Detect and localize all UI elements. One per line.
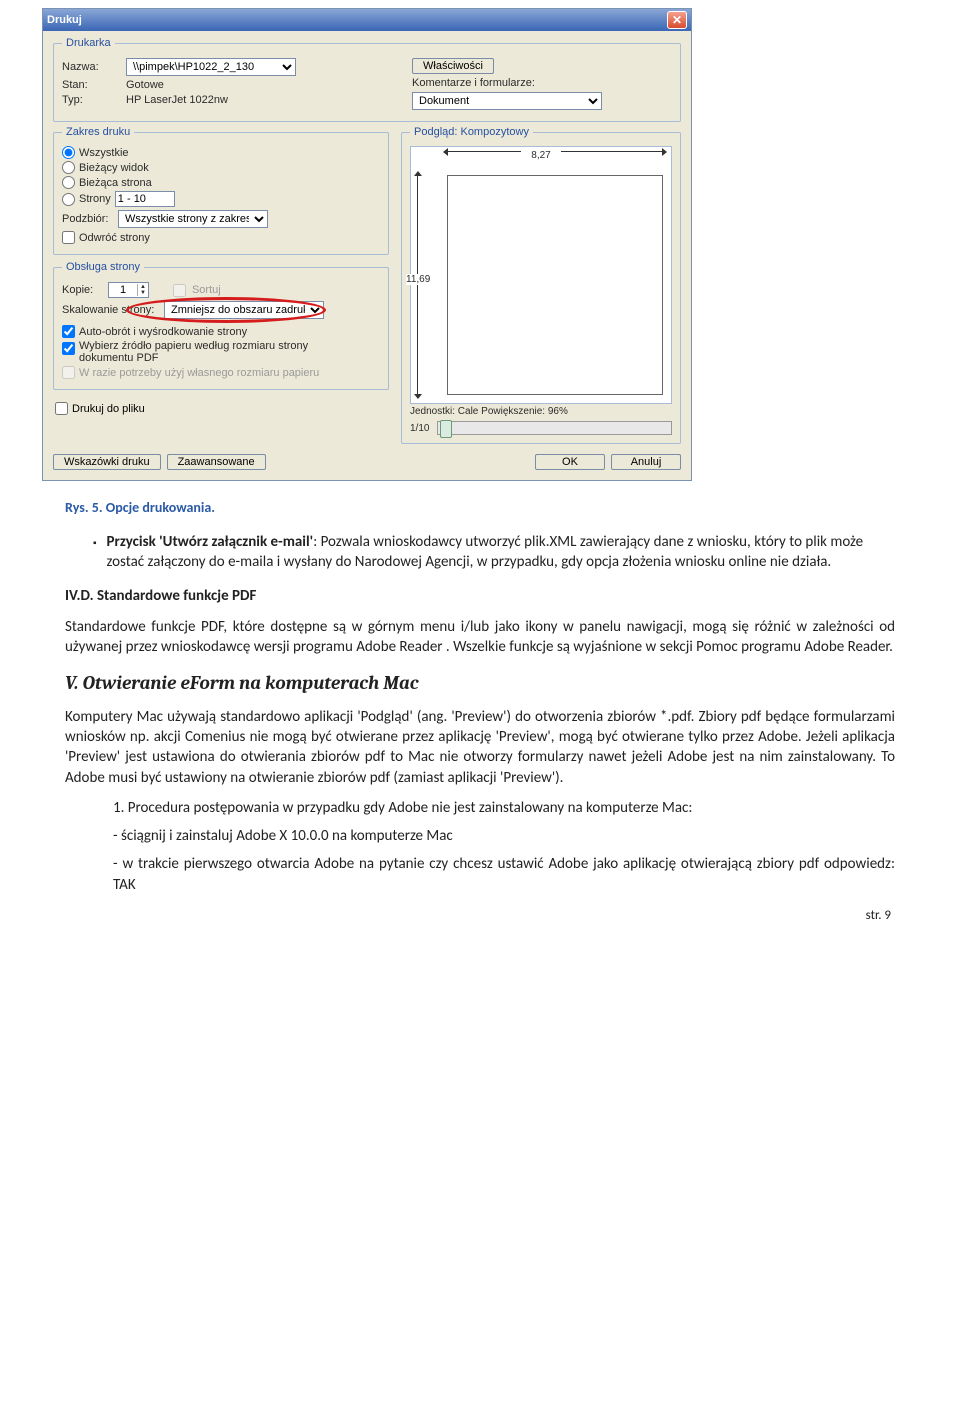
copies-input[interactable] [109,283,137,297]
document-body: Rys. 5. Opcje drukowania. ▪ Przycisk 'Ut… [65,499,895,924]
slider-thumb[interactable] [440,420,452,438]
properties-button[interactable]: Właściwości [412,58,494,74]
page-number: str. 9 [65,907,895,925]
papersource-label: Wybierz źródło papieru według rozmiaru s… [79,340,339,364]
printtofile-check[interactable] [55,402,68,415]
reverse-label: Odwróć strony [79,232,150,244]
printtofile-label: Drukuj do pliku [72,403,145,415]
step1b: - w trakcie pierwszego otwarcia Adobe na… [113,854,895,895]
range-fieldset: Zakres druku Wszystkie Bieżący widok Bie… [53,126,389,255]
step1a: - ściągnij i zainstaluj Adobe X 10.0.0 n… [113,826,895,846]
comments-select[interactable]: Dokument [412,92,602,110]
figure-caption: Rys. 5. Opcje drukowania. [65,499,895,518]
printer-name-select[interactable]: \\pimpek\HP1022_2_130 [126,58,296,76]
titlebar: Drukuj ✕ [43,9,691,31]
bullet-bold: Przycisk 'Utwórz załącznik e-mail' [107,533,314,551]
close-icon: ✕ [672,13,682,27]
spinner-down-icon[interactable]: ▼ [138,290,148,296]
printer-type-value: HP LaserJet 1022nw [126,94,228,106]
advanced-button[interactable]: Zaawansowane [167,454,266,470]
custompaper-label: W razie potrzeby użyj własnego rozmiaru … [79,367,319,379]
comments-label: Komentarze i formularze: [412,77,535,89]
collate-check [173,284,186,297]
preview-fieldset: Podgląd: Kompozytowy 8,27 11,69 Jednostk… [401,126,681,444]
section-d-heading: IV.D. Standardowe funkcje PDF [65,586,895,606]
bullet-item: ▪ Przycisk 'Utwórz załącznik e-mail': Po… [93,532,895,573]
printer-type-label: Typ: [62,94,120,106]
range-pages-input[interactable] [115,191,175,207]
cancel-button[interactable]: Anuluj [611,454,681,470]
autorotate-label: Auto-obrót i wyśrodkowanie strony [79,326,247,338]
ruler-left: 11,69 [417,175,418,395]
scale-label: Skalowanie strony: [62,304,158,316]
range-page-radio[interactable] [62,176,75,189]
para-v: Komputery Mac używają standardowo aplika… [65,707,895,788]
custompaper-check [62,366,75,379]
collate-label: Sortuj [192,284,221,296]
preview-legend: Podgląd: Kompozytowy [410,126,533,138]
para-d: Standardowe funkcje PDF, które dostępne … [65,617,895,658]
handling-legend: Obsługa strony [62,261,144,273]
range-view-radio[interactable] [62,161,75,174]
page-counter: 1/10 [410,423,429,434]
step1: 1. Procedura postępowania w przypadku gd… [113,798,895,818]
ok-button[interactable]: OK [535,454,605,470]
handling-fieldset: Obsługa strony Kopie: ▲▼ Sortuj Skalowan… [53,261,389,390]
range-page-label: Bieżąca strona [79,177,152,189]
print-dialog: Drukuj ✕ Drukarka Nazwa: \\pimpek\HP1022… [42,8,692,481]
printer-state-value: Gotowe [126,79,164,91]
bullet-text: Przycisk 'Utwórz załącznik e-mail': Pozw… [107,532,895,573]
range-pages-label: Strony [79,193,111,205]
printer-state-label: Stan: [62,79,120,91]
autorotate-check[interactable] [62,325,75,338]
printer-name-label: Nazwa: [62,61,120,73]
tips-button[interactable]: Wskazówki druku [53,454,161,470]
printer-fieldset: Drukarka Nazwa: \\pimpek\HP1022_2_130 St… [53,37,681,122]
step-block: 1. Procedura postępowania w przypadku gd… [113,798,895,895]
range-view-label: Bieżący widok [79,162,149,174]
range-pages-radio[interactable] [62,193,75,206]
range-all-radio[interactable] [62,146,75,159]
preview-units: Jednostki: Cale Powiększenie: 96% [410,406,672,417]
dialog-title: Drukuj [47,14,667,26]
preview-height: 11,69 [406,274,430,285]
printer-legend: Drukarka [62,37,115,49]
copies-spinner[interactable]: ▲▼ [108,282,149,298]
section-v-heading: V. Otwieranie eForm na komputerach Mac [65,671,895,697]
subset-label: Podzbiór: [62,213,112,225]
page-slider[interactable] [437,421,672,435]
bullet-icon: ▪ [93,536,97,573]
range-legend: Zakres druku [62,126,134,138]
scale-select[interactable]: Zmniejsz do obszaru zadruku [164,301,324,319]
subset-select[interactable]: Wszystkie strony z zakresu [118,210,268,228]
preview-width: 8,27 [521,150,561,161]
close-button[interactable]: ✕ [667,11,687,29]
preview-page-rect [447,175,663,395]
preview-panel: 8,27 11,69 [410,146,672,404]
copies-label: Kopie: [62,284,102,296]
reverse-check[interactable] [62,231,75,244]
papersource-check[interactable] [62,342,75,355]
range-all-label: Wszystkie [79,147,129,159]
